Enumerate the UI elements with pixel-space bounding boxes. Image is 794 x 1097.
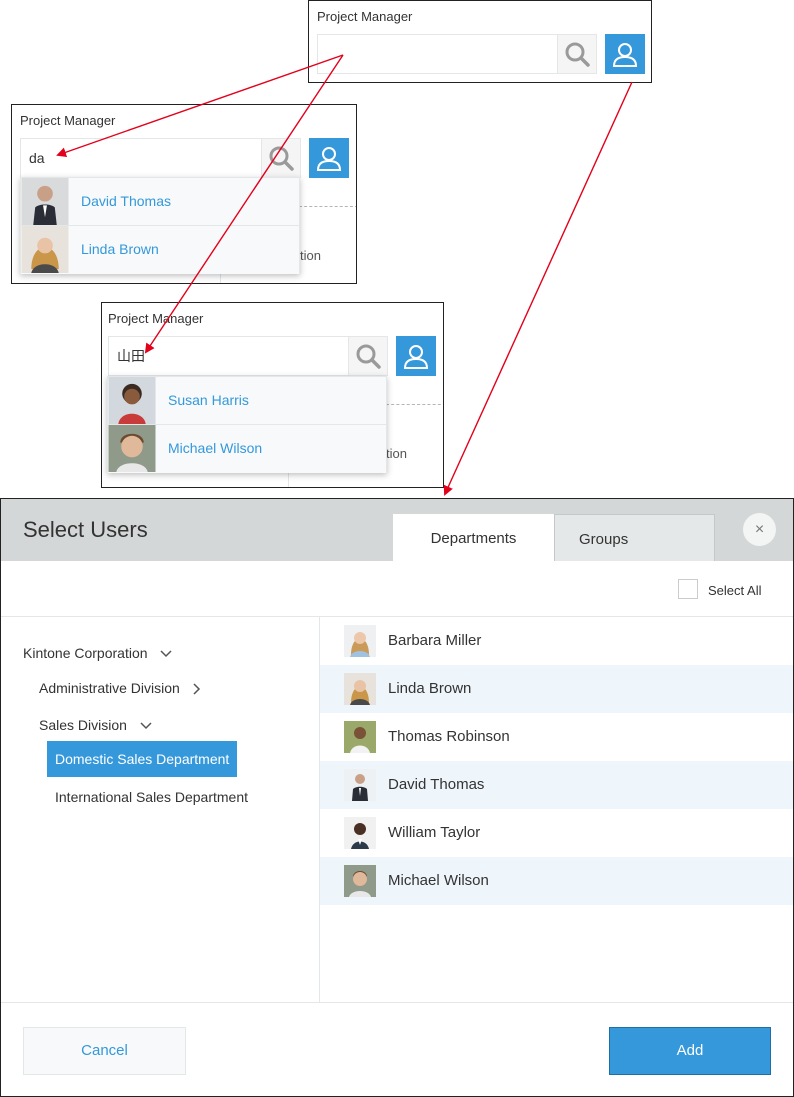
user-icon [403, 345, 429, 369]
tab-label: Groups [579, 531, 629, 548]
chevron-right-icon[interactable] [192, 682, 202, 696]
arrow-to-select-users-dialog [443, 81, 633, 496]
search-icon [565, 42, 590, 67]
tab-departments[interactable]: Departments [393, 514, 554, 561]
user-row[interactable]: Thomas Robinson [320, 713, 793, 761]
avatar [344, 769, 376, 801]
search-button[interactable] [348, 336, 388, 376]
tree-node-label: Administrative Division [39, 680, 180, 696]
suggestion-dropdown: David Thomas Linda Brown [20, 177, 300, 274]
search-icon [269, 146, 294, 171]
close-icon: × [754, 520, 765, 538]
avatar [21, 178, 69, 225]
user-row[interactable]: David Thomas [320, 761, 793, 809]
cancel-button[interactable]: Cancel [23, 1027, 186, 1075]
user-name: William Taylor [388, 824, 481, 841]
avatar [344, 817, 376, 849]
tree-node-label: Kintone Corporation [23, 645, 148, 661]
select-all-checkbox[interactable] [678, 579, 698, 599]
chevron-down-icon[interactable] [139, 721, 153, 731]
user-row[interactable]: Linda Brown [320, 665, 793, 713]
user-row[interactable]: William Taylor [320, 809, 793, 857]
tree-node-label: International Sales Department [55, 789, 248, 805]
dialog-title: Select Users [23, 517, 148, 542]
user-name: Michael Wilson [388, 872, 489, 889]
panel-project-manager-empty: Project Manager [308, 0, 652, 83]
search-icon [356, 344, 381, 369]
background-divider [294, 206, 356, 207]
close-button[interactable]: × [743, 513, 776, 546]
tree-node-label: Sales Division [39, 717, 127, 733]
select-all-label[interactable]: Select All [708, 583, 761, 598]
search-button[interactable] [557, 34, 597, 74]
user-icon [316, 147, 342, 171]
user-picker-button[interactable] [605, 34, 645, 74]
tree-node-sales-division[interactable]: Sales Division [39, 717, 153, 733]
user-picker-button[interactable] [309, 138, 349, 178]
suggestion-name: Linda Brown [81, 241, 159, 257]
avatar [108, 425, 156, 472]
tree-node-kintone-corporation[interactable]: Kintone Corporation [23, 645, 173, 661]
avatar [21, 226, 69, 273]
select-users-dialog: Select Users Departments Groups × Select… [0, 498, 794, 1097]
avatar [344, 721, 376, 753]
user-row[interactable]: Michael Wilson [320, 857, 793, 905]
suggestion-item[interactable]: David Thomas [21, 178, 299, 226]
suggestion-item[interactable]: Linda Brown [21, 226, 299, 274]
suggestion-item[interactable]: Susan Harris [108, 377, 386, 425]
user-row[interactable]: Barbara Miller [320, 617, 793, 665]
field-label: Project Manager [317, 9, 413, 24]
background-divider [386, 404, 443, 405]
suggestion-dropdown: Susan Harris Michael Wilson [107, 376, 387, 473]
tab-groups[interactable]: Groups [554, 514, 715, 561]
user-name: David Thomas [388, 776, 485, 793]
avatar [344, 625, 376, 657]
field-label: Project Manager [108, 311, 204, 326]
add-button[interactable]: Add [609, 1027, 771, 1075]
avatar [344, 673, 376, 705]
tree-node-label: Domestic Sales Department [55, 751, 230, 767]
background-divider [288, 471, 289, 487]
avatar [108, 377, 156, 424]
user-search-input[interactable] [20, 138, 262, 178]
user-name: Barbara Miller [388, 632, 482, 649]
tree-node-domestic-sales-department[interactable]: Domestic Sales Department [47, 741, 238, 777]
divider [1, 1002, 793, 1003]
suggestion-name: Michael Wilson [168, 440, 263, 456]
user-picker-button[interactable] [396, 336, 436, 376]
tab-label: Departments [430, 530, 517, 547]
tree-node-international-sales-department[interactable]: International Sales Department [55, 789, 248, 805]
suggestion-item[interactable]: Michael Wilson [108, 425, 386, 473]
background-column-text: tion [300, 248, 321, 263]
chevron-down-icon[interactable] [159, 649, 173, 659]
tree-node-administrative-division[interactable]: Administrative Division [39, 680, 202, 696]
user-search-input[interactable] [108, 336, 355, 376]
dialog-header: Select Users Departments Groups × [1, 499, 793, 561]
user-name: Thomas Robinson [388, 728, 510, 745]
background-column-text: tion [386, 446, 407, 461]
user-search-input[interactable] [317, 34, 566, 74]
suggestion-name: Susan Harris [168, 392, 249, 408]
field-label: Project Manager [20, 113, 116, 128]
panel-project-manager-latin-search: Project Manager tion David Thomas Linda … [11, 104, 357, 284]
panel-project-manager-kanji-search: Project Manager tion Susan Harris Michae… [101, 302, 444, 488]
user-icon [612, 43, 638, 67]
user-name: Linda Brown [388, 680, 472, 697]
background-divider [220, 273, 221, 283]
avatar [344, 865, 376, 897]
suggestion-name: David Thomas [81, 193, 172, 209]
search-button[interactable] [261, 138, 301, 178]
